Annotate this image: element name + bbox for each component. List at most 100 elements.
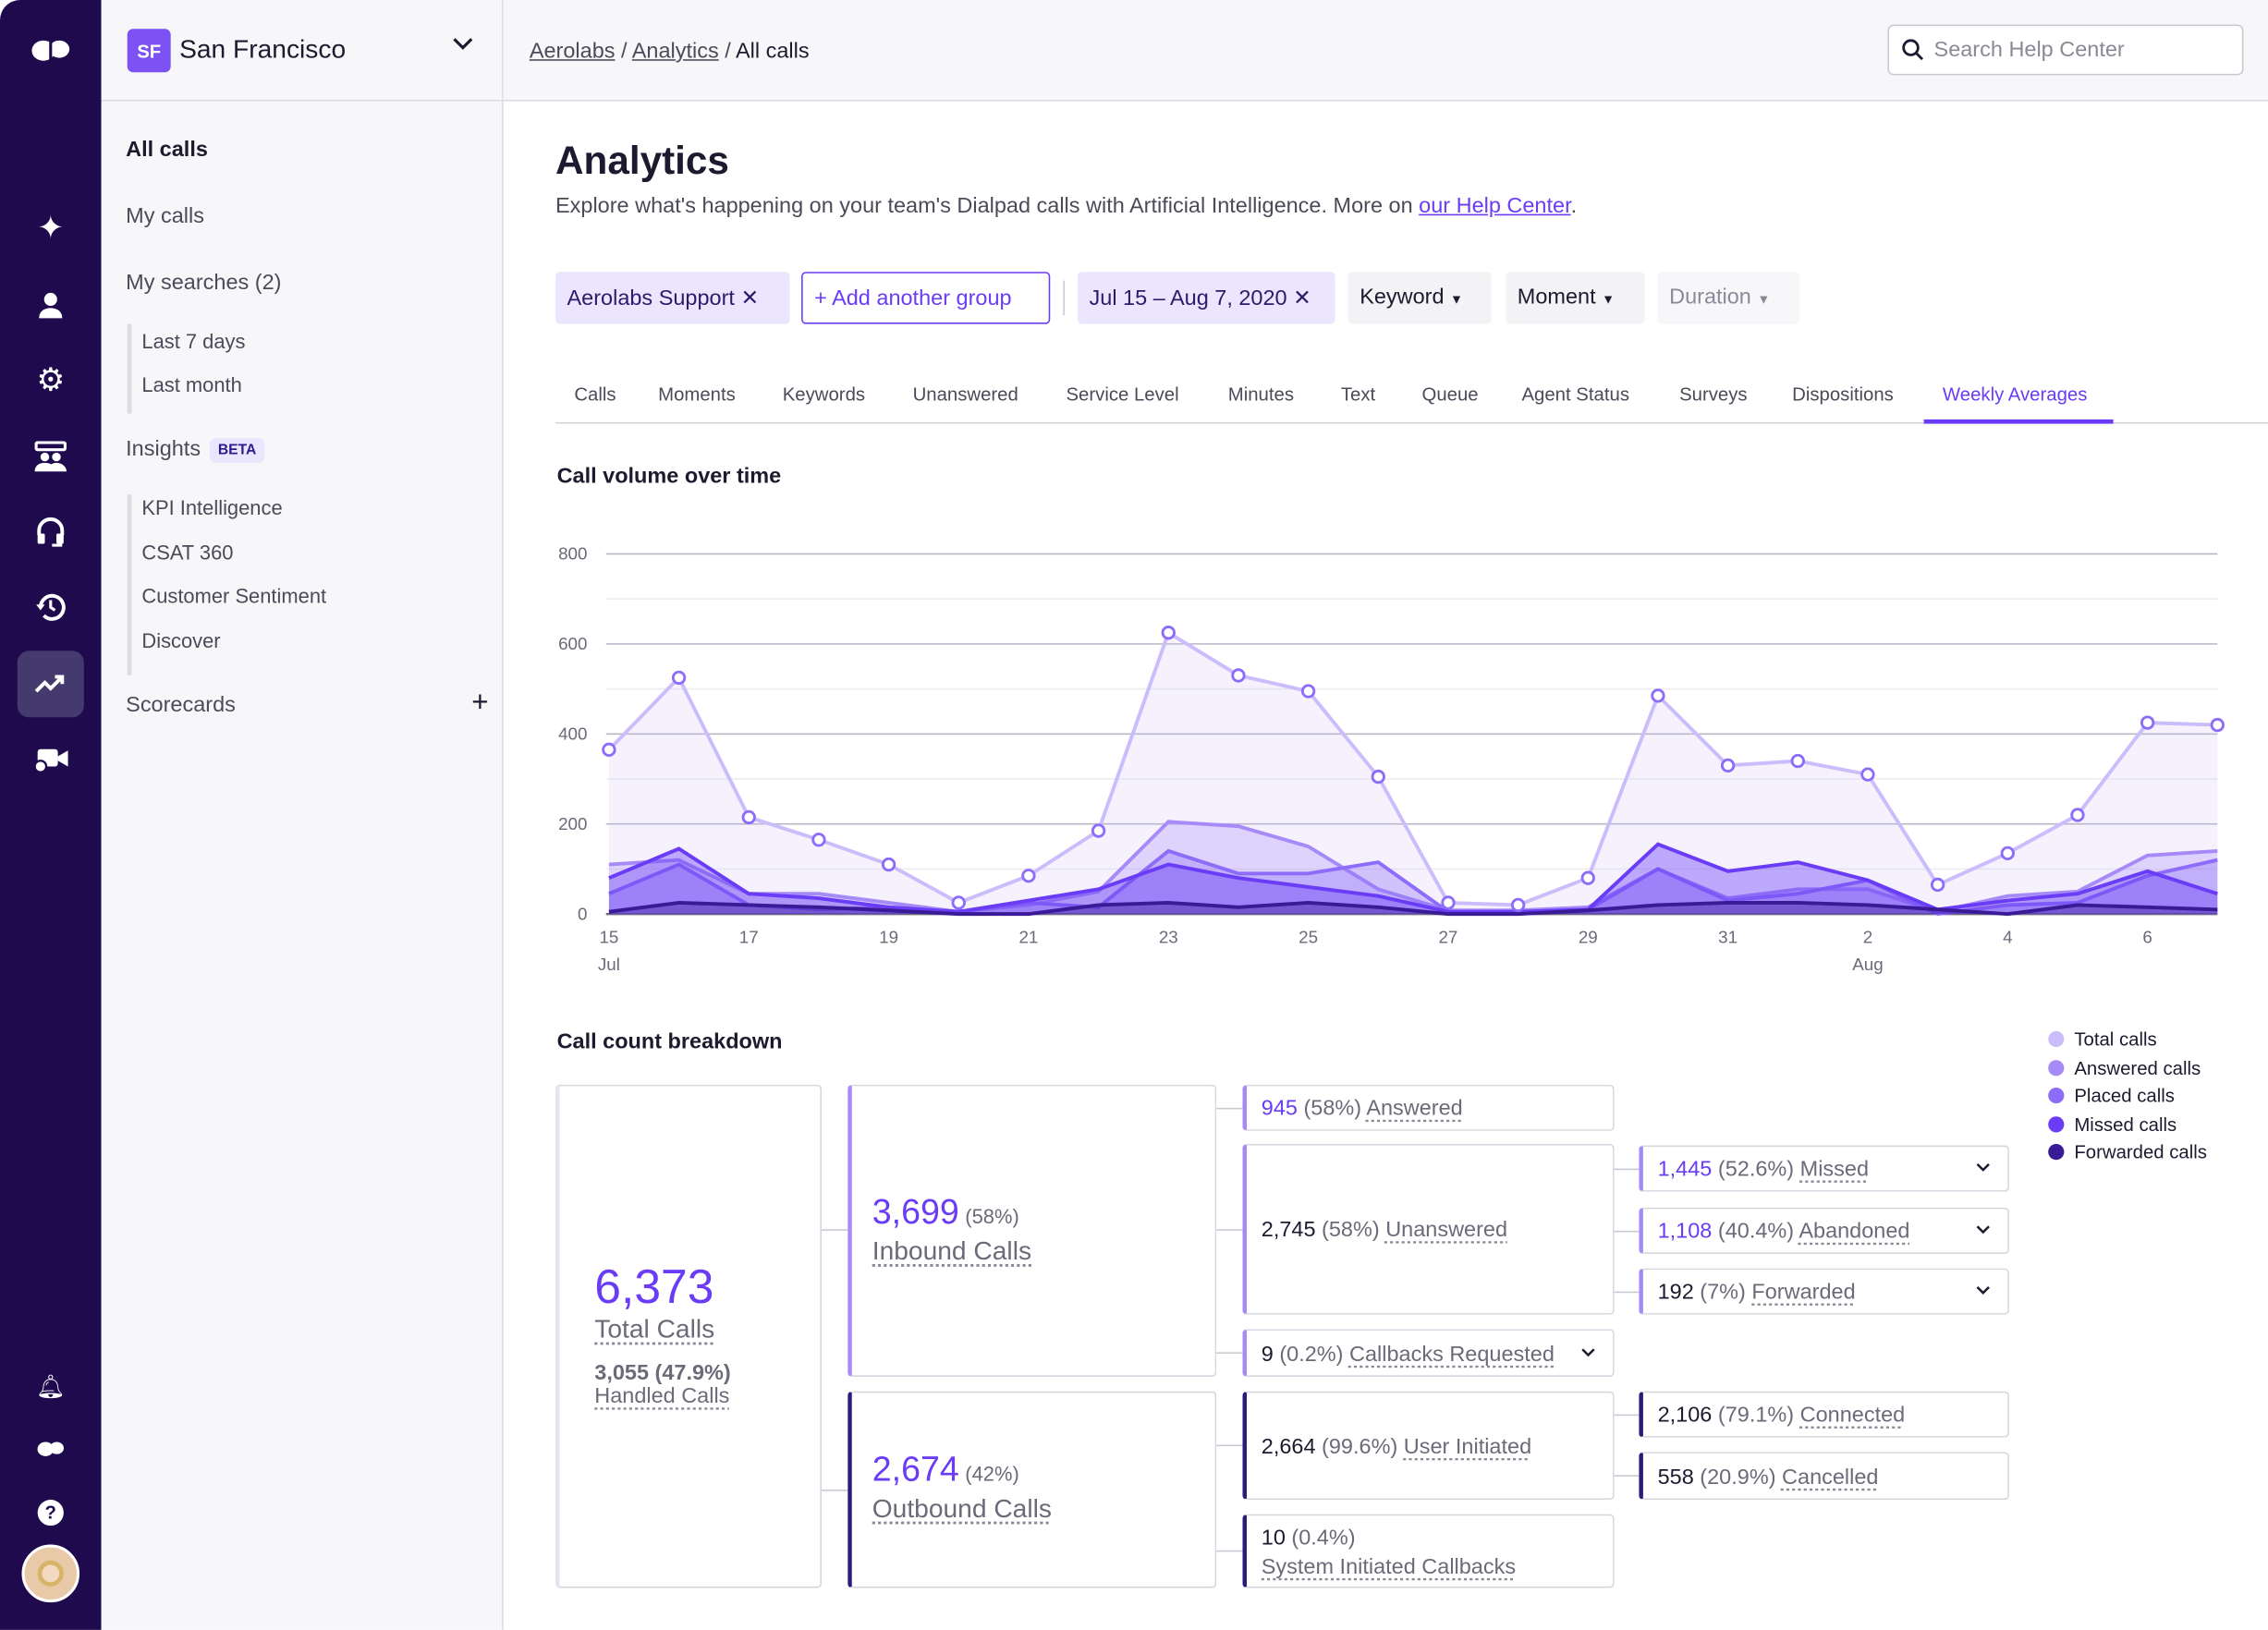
tab-weekly-averages[interactable]: Weekly Averages bbox=[1943, 383, 2087, 405]
chevron-down-icon[interactable] bbox=[1976, 1157, 1991, 1178]
count-label[interactable]: Answered bbox=[1366, 1096, 1462, 1121]
sidebar-item-my-calls[interactable]: My calls bbox=[126, 204, 204, 229]
legend-item[interactable]: Answered calls bbox=[2048, 1056, 2201, 1078]
dialpad-small-icon[interactable] bbox=[18, 1416, 84, 1482]
data-point[interactable] bbox=[602, 742, 616, 758]
handled-calls-label[interactable]: Handled Calls bbox=[594, 1384, 729, 1409]
tab-moments[interactable]: Moments bbox=[658, 383, 736, 405]
search-input[interactable]: Search Help Center bbox=[1887, 24, 2244, 76]
sidebar-item-insights[interactable]: Insights BETA bbox=[126, 437, 265, 463]
person-icon[interactable] bbox=[18, 272, 84, 338]
data-point[interactable] bbox=[951, 895, 966, 910]
count-label[interactable]: System Initiated Callbacks bbox=[1262, 1554, 1516, 1579]
abandoned-card[interactable]: 1,108 (40.4%) Abandoned bbox=[1639, 1207, 2009, 1254]
sparkles-icon[interactable]: ✦ bbox=[18, 195, 84, 262]
data-point[interactable] bbox=[2000, 845, 2015, 861]
missed-card[interactable]: 1,445 (52.6%) Missed bbox=[1639, 1145, 2009, 1192]
handled-calls-value: 3,055 (47.9%) bbox=[594, 1360, 731, 1386]
count-value: 192 bbox=[1657, 1280, 1694, 1305]
chevron-down-icon[interactable] bbox=[451, 31, 474, 62]
tab-unanswered[interactable]: Unanswered bbox=[913, 383, 1018, 405]
team-icon[interactable] bbox=[18, 424, 84, 491]
dialpad-logo-icon[interactable] bbox=[18, 18, 84, 84]
close-icon[interactable]: ✕ bbox=[1293, 286, 1311, 311]
inbound-label[interactable]: Inbound Calls bbox=[872, 1236, 1031, 1267]
data-point[interactable] bbox=[1790, 753, 1805, 769]
gear-icon[interactable]: ⚙ bbox=[18, 347, 84, 414]
legend-item[interactable]: Total calls bbox=[2048, 1028, 2157, 1050]
data-point[interactable] bbox=[2210, 717, 2225, 733]
tab-agent-status[interactable]: Agent Status bbox=[1521, 383, 1629, 405]
close-icon[interactable]: ✕ bbox=[740, 286, 759, 311]
avatar[interactable] bbox=[21, 1544, 80, 1603]
chevron-down-icon[interactable] bbox=[1976, 1280, 1991, 1301]
count-label[interactable]: Callbacks Requested bbox=[1349, 1342, 1555, 1367]
data-point[interactable] bbox=[1720, 758, 1736, 773]
data-point[interactable] bbox=[1510, 897, 1526, 913]
legend-swatch bbox=[2048, 1059, 2065, 1076]
count-label[interactable]: Abandoned bbox=[1799, 1219, 1909, 1244]
data-point[interactable] bbox=[1091, 823, 1106, 838]
data-point[interactable] bbox=[1231, 668, 1246, 683]
tab-minutes[interactable]: Minutes bbox=[1228, 383, 1294, 405]
date-filter-chip[interactable]: Jul 15 – Aug 7, 2020 ✕ bbox=[1077, 272, 1335, 324]
count-pct: (58%) bbox=[1303, 1096, 1362, 1121]
group-filter-chip[interactable]: Aerolabs Support ✕ bbox=[555, 272, 790, 324]
tab-text[interactable]: Text bbox=[1341, 383, 1375, 405]
data-point[interactable] bbox=[2070, 808, 2085, 822]
data-point[interactable] bbox=[1860, 767, 1875, 782]
data-point[interactable] bbox=[881, 857, 896, 872]
data-point[interactable] bbox=[1651, 688, 1665, 703]
moment-dropdown[interactable]: Moment ▼ bbox=[1506, 272, 1645, 324]
data-point[interactable] bbox=[2140, 715, 2155, 730]
breadcrumb-link[interactable]: Aerolabs bbox=[530, 39, 616, 64]
count-label[interactable]: Cancelled bbox=[1782, 1465, 1878, 1490]
total-calls-label[interactable]: Total Calls bbox=[594, 1315, 714, 1345]
sidebar-item-insight[interactable]: KPI Intelligence bbox=[141, 496, 282, 519]
sidebar-item-search[interactable]: Last month bbox=[141, 373, 241, 396]
tab-surveys[interactable]: Surveys bbox=[1679, 383, 1748, 405]
sidebar-item-my-searches[interactable]: My searches (2) bbox=[126, 271, 281, 296]
bell-icon[interactable]: 🔔︎ bbox=[18, 1354, 84, 1420]
x-tick-label: 27 bbox=[1438, 927, 1457, 946]
data-point[interactable] bbox=[1300, 684, 1316, 699]
count-label[interactable]: Forwarded bbox=[1751, 1280, 1855, 1305]
data-point[interactable] bbox=[1371, 769, 1385, 785]
duration-dropdown[interactable]: Duration ▼ bbox=[1657, 272, 1799, 324]
breadcrumb-link[interactable]: Analytics bbox=[632, 39, 719, 64]
data-point[interactable] bbox=[811, 833, 826, 847]
tab-dispositions[interactable]: Dispositions bbox=[1792, 383, 1894, 405]
data-point[interactable] bbox=[671, 670, 687, 686]
callbacks-card[interactable]: 9 (0.2%) Callbacks Requested bbox=[1242, 1329, 1615, 1377]
chevron-down-icon[interactable] bbox=[1581, 1342, 1596, 1363]
data-point[interactable] bbox=[1161, 626, 1176, 640]
forwarded-card[interactable]: 192 (7%) Forwarded bbox=[1639, 1268, 2009, 1315]
add-group-button[interactable]: + Add another group bbox=[801, 272, 1051, 324]
outbound-label[interactable]: Outbound Calls bbox=[872, 1494, 1052, 1525]
data-point[interactable] bbox=[741, 809, 756, 825]
legend-item[interactable]: Forwarded calls bbox=[2048, 1141, 2207, 1162]
tab-service-level[interactable]: Service Level bbox=[1066, 383, 1178, 405]
help-icon[interactable]: ? bbox=[18, 1479, 84, 1546]
data-point[interactable] bbox=[1580, 870, 1595, 885]
tab-calls[interactable]: Calls bbox=[574, 383, 616, 405]
data-point[interactable] bbox=[1021, 869, 1036, 883]
y-tick-label: 400 bbox=[558, 724, 587, 744]
count-label[interactable]: Missed bbox=[1800, 1157, 1869, 1182]
legend-item[interactable]: Placed calls bbox=[2048, 1085, 2175, 1106]
count-label[interactable]: Unanswered bbox=[1385, 1218, 1507, 1243]
count-label[interactable]: User Initiated bbox=[1404, 1434, 1531, 1459]
tab-keywords[interactable]: Keywords bbox=[783, 383, 865, 405]
data-point[interactable] bbox=[1441, 895, 1456, 910]
legend-item[interactable]: Missed calls bbox=[2048, 1113, 2177, 1135]
keyword-dropdown[interactable]: Keyword ▼ bbox=[1347, 272, 1492, 324]
help-center-link[interactable]: our Help Center bbox=[1419, 194, 1570, 219]
sidebar-item-all-calls[interactable]: All calls bbox=[126, 138, 208, 163]
chevron-down-icon[interactable] bbox=[1976, 1219, 1991, 1240]
tab-queue[interactable]: Queue bbox=[1421, 383, 1478, 405]
workspace-switcher[interactable]: SF San Francisco bbox=[101, 0, 504, 102]
cancelled-card: 558 (20.9%) Cancelled bbox=[1639, 1452, 2009, 1501]
data-point[interactable] bbox=[1930, 877, 1945, 893]
sidebar-item-search[interactable]: Last 7 days bbox=[141, 330, 245, 353]
count-label[interactable]: Connected bbox=[1800, 1403, 1906, 1428]
